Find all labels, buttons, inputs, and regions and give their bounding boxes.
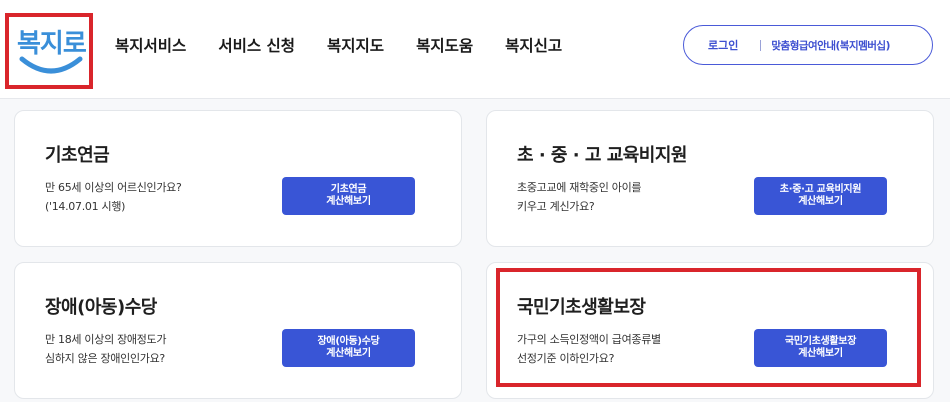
nav-item-service-application[interactable]: 서비스 신청 (218, 34, 295, 56)
user-menu: 로그인 맞춤형급여안내(복지멤버십) (683, 25, 933, 65)
logo[interactable]: 복지로 (5, 13, 93, 89)
calculate-button[interactable]: 기초연금 계산해보기 (282, 177, 415, 215)
nav-item-welfare-help[interactable]: 복지도움 (416, 34, 473, 56)
button-label: 초·중·고 교육비지원 (779, 183, 862, 195)
card-desc-line: 초중고교에 재학중인 아이를 (517, 181, 642, 194)
button-label: 계산해보기 (326, 348, 371, 359)
card-disability-allowance: 장애(아동)수당 만 18세 이상의 장애정도가 심하지 않은 장애인인가요? … (14, 262, 462, 399)
card-basic-pension: 기초연금 만 65세 이상의 어르신인가요? ('14.07.01 시행) 기초… (14, 110, 462, 247)
button-label: 기초연금 (330, 183, 367, 195)
button-label: 계산해보기 (798, 196, 843, 207)
card-desc-line: ('14.07.01 시행) (45, 200, 126, 213)
button-label: 국민기초생활보장 (784, 335, 857, 347)
membership-link[interactable]: 맞춤형급여안내(복지멤버십) (771, 38, 890, 53)
card-desc-line: 선정기준 이하인가요? (517, 352, 615, 365)
card-title: 장애(아동)수당 (45, 297, 157, 318)
card-title: 초 · 중 · 고 교육비지원 (517, 145, 688, 166)
calculate-button[interactable]: 장애(아동)수당 계산해보기 (282, 329, 415, 367)
card-education-support: 초 · 중 · 고 교육비지원 초중고교에 재학중인 아이를 키우고 계신가요?… (486, 110, 934, 247)
calculate-button[interactable]: 초·중·고 교육비지원 계산해보기 (754, 177, 887, 215)
card-desc-line: 만 18세 이상의 장애정도가 (45, 333, 167, 346)
button-label: 장애(아동)수당 (317, 335, 380, 347)
main-nav: 복지서비스 서비스 신청 복지지도 복지도움 복지신고 (115, 34, 594, 56)
nav-item-welfare-map[interactable]: 복지지도 (327, 34, 384, 56)
card-title: 기초연금 (45, 145, 110, 166)
login-link[interactable]: 로그인 (708, 37, 738, 53)
card-basic-livelihood: 국민기초생활보장 가구의 소득인정액이 급여종류별 선정기준 이하인가요? 국민… (486, 262, 934, 399)
card-desc-line: 키우고 계신가요? (517, 200, 595, 213)
smile-icon (19, 56, 83, 74)
site-header: 복지로 복지서비스 서비스 신청 복지지도 복지도움 복지신고 로그인 맞춤형급… (0, 0, 950, 99)
card-desc-line: 가구의 소득인정액이 급여종류별 (517, 333, 661, 346)
card-description: 초중고교에 재학중인 아이를 키우고 계신가요? (517, 178, 642, 216)
calculate-button[interactable]: 국민기초생활보장 계산해보기 (754, 329, 887, 367)
nav-item-welfare-report[interactable]: 복지신고 (505, 34, 562, 56)
button-label: 계산해보기 (798, 348, 843, 359)
card-title: 국민기초생활보장 (517, 297, 646, 318)
nav-item-welfare-services[interactable]: 복지서비스 (115, 34, 186, 56)
button-label: 계산해보기 (326, 196, 371, 207)
card-description: 만 18세 이상의 장애정도가 심하지 않은 장애인인가요? (45, 330, 166, 368)
divider (760, 39, 762, 51)
card-description: 만 65세 이상의 어르신인가요? ('14.07.01 시행) (45, 178, 182, 216)
card-description: 가구의 소득인정액이 급여종류별 선정기준 이하인가요? (517, 330, 661, 368)
card-desc-line: 심하지 않은 장애인인가요? (45, 352, 165, 365)
card-desc-line: 만 65세 이상의 어르신인가요? (45, 181, 182, 194)
